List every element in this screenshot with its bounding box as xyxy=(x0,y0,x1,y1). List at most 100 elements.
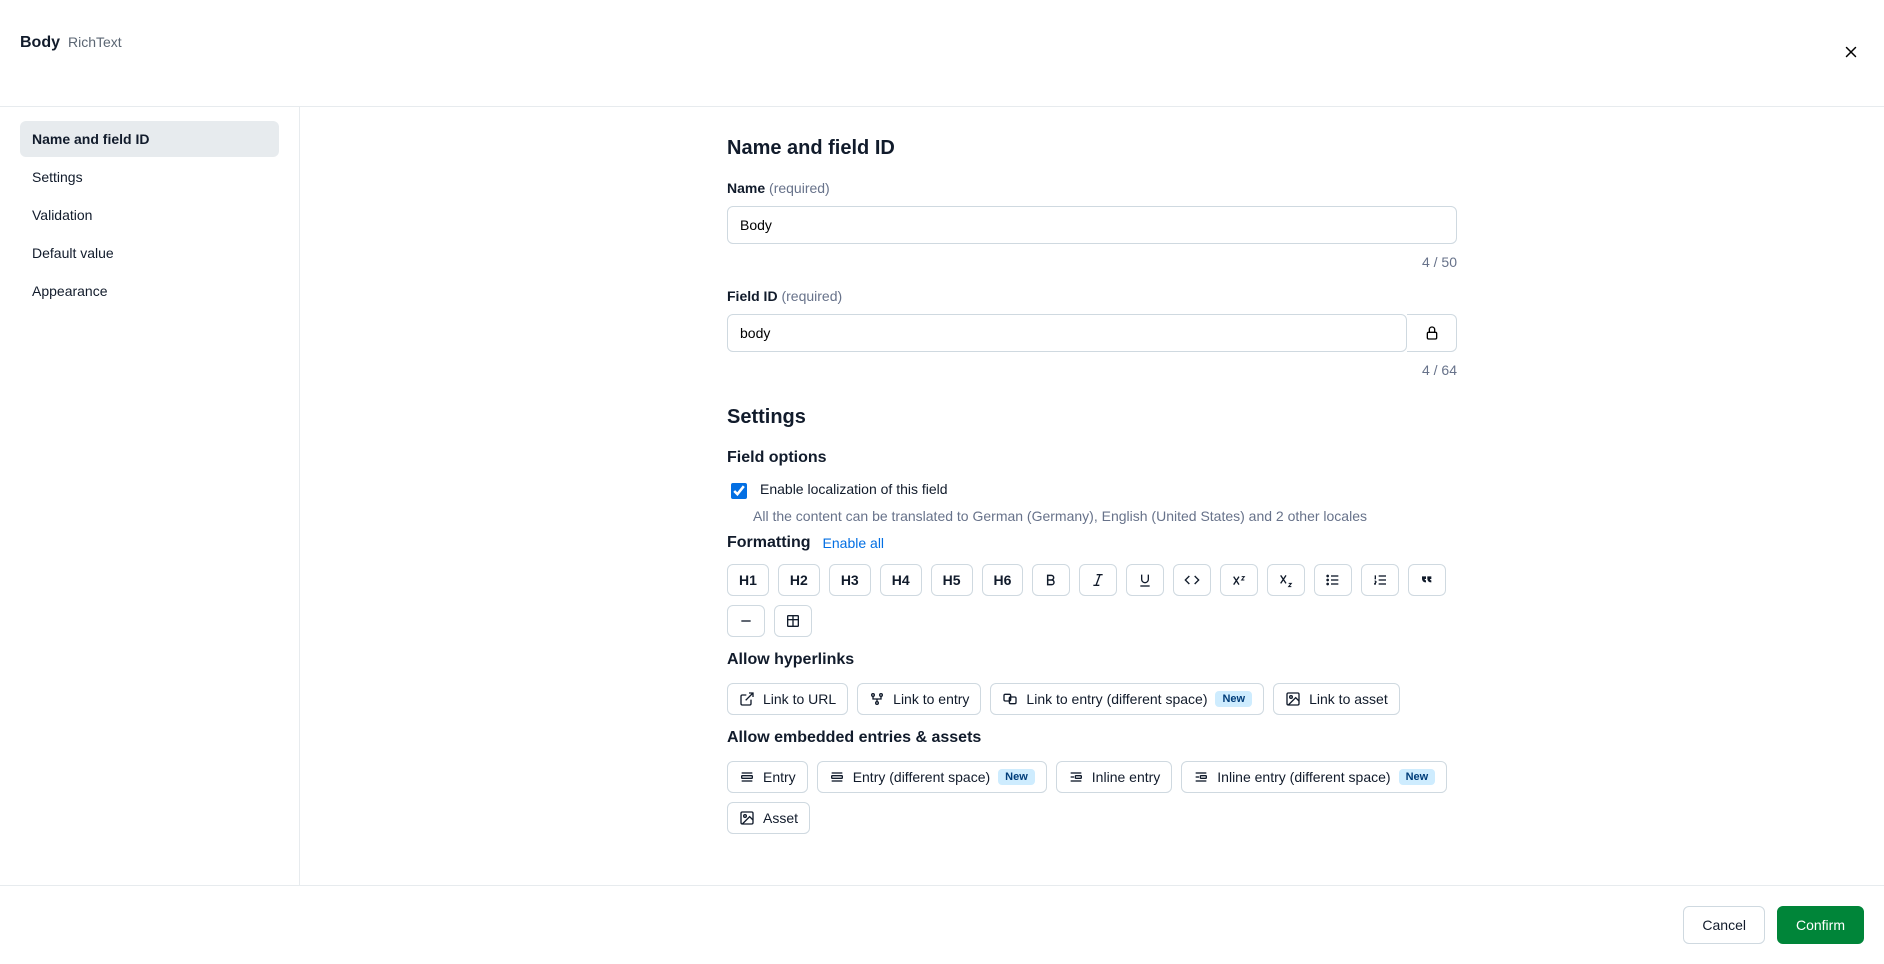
embed-inline-space-icon xyxy=(1193,769,1209,785)
name-input[interactable] xyxy=(727,206,1457,244)
main-content: Name and field ID Name (required) 4 / 50… xyxy=(300,107,1884,885)
dialog-footer: Cancel Confirm xyxy=(0,885,1884,964)
embed-entry-space-icon xyxy=(829,769,845,785)
format-ul-chip[interactable] xyxy=(1314,564,1352,596)
dialog-header: Body RichText xyxy=(0,0,1884,107)
field-id-counter: 4 / 64 xyxy=(727,362,1457,378)
sidebar-item-appearance[interactable]: Appearance xyxy=(20,273,279,309)
field-id-input[interactable] xyxy=(727,314,1407,352)
format-h6-chip[interactable]: H6 xyxy=(982,564,1024,596)
new-badge: New xyxy=(998,769,1035,785)
name-required: (required) xyxy=(769,180,830,196)
sidebar-item-default-value[interactable]: Default value xyxy=(20,235,279,271)
bold-icon xyxy=(1043,572,1059,588)
section-heading-settings: Settings xyxy=(727,406,1457,429)
format-code-chip[interactable] xyxy=(1173,564,1211,596)
embed-inline-entry-different-space-chip[interactable]: Inline entry (different space) New xyxy=(1181,761,1447,793)
horizontal-rule-icon xyxy=(738,613,754,629)
cancel-button[interactable]: Cancel xyxy=(1683,906,1765,944)
format-hr-chip[interactable] xyxy=(727,605,765,637)
confirm-button[interactable]: Confirm xyxy=(1777,906,1864,944)
format-ol-chip[interactable] xyxy=(1361,564,1399,596)
embed-entry-icon xyxy=(739,769,755,785)
embed-inline-icon xyxy=(1068,769,1084,785)
unordered-list-icon xyxy=(1325,572,1341,588)
chip-label: Entry xyxy=(763,769,796,785)
header-title: Body xyxy=(20,14,60,92)
hyperlinks-heading: Allow hyperlinks xyxy=(727,651,1457,669)
chip-label: Inline entry (different space) xyxy=(1217,769,1390,785)
sidebar-item-label: Default value xyxy=(32,245,114,261)
chip-label: Link to entry (different space) xyxy=(1026,691,1207,707)
field-id-lock-button[interactable] xyxy=(1407,314,1457,352)
format-h3-chip[interactable]: H3 xyxy=(829,564,871,596)
sidebar-item-settings[interactable]: Settings xyxy=(20,159,279,195)
localization-description: All the content can be translated to Ger… xyxy=(753,508,1457,524)
sidebar-item-label: Settings xyxy=(32,169,83,185)
format-table-chip[interactable] xyxy=(774,605,812,637)
format-superscript-chip[interactable] xyxy=(1220,564,1258,596)
enable-all-link[interactable]: Enable all xyxy=(823,535,885,551)
format-quote-chip[interactable] xyxy=(1408,564,1446,596)
link-asset-chip[interactable]: Link to asset xyxy=(1273,683,1400,715)
localization-checkbox[interactable] xyxy=(731,483,747,499)
embed-inline-entry-chip[interactable]: Inline entry xyxy=(1056,761,1172,793)
format-underline-chip[interactable] xyxy=(1126,564,1164,596)
chip-label: Inline entry xyxy=(1092,769,1160,785)
asset-link-icon xyxy=(1285,691,1301,707)
entry-link-space-icon xyxy=(1002,691,1018,707)
field-id-required: (required) xyxy=(781,288,842,304)
embed-asset-chip[interactable]: Asset xyxy=(727,802,810,834)
format-h4-chip[interactable]: H4 xyxy=(880,564,922,596)
field-id-group: Field ID (required) 4 / 64 xyxy=(727,288,1457,378)
chip-label: Link to asset xyxy=(1309,691,1388,707)
new-badge: New xyxy=(1399,769,1436,785)
embed-entry-chip[interactable]: Entry xyxy=(727,761,808,793)
chip-label: Entry (different space) xyxy=(853,769,990,785)
formatting-chips: H1 H2 H3 H4 H5 H6 xyxy=(727,564,1457,637)
field-id-label-text: Field ID xyxy=(727,288,778,304)
chip-label: H4 xyxy=(892,572,910,588)
localization-row: Enable localization of this field xyxy=(727,481,1457,502)
format-h2-chip[interactable]: H2 xyxy=(778,564,820,596)
embed-entry-different-space-chip[interactable]: Entry (different space) New xyxy=(817,761,1047,793)
chip-label: H6 xyxy=(994,572,1012,588)
superscript-icon xyxy=(1231,572,1247,588)
chip-label: Link to URL xyxy=(763,691,836,707)
chip-label: Link to entry xyxy=(893,691,969,707)
underline-icon xyxy=(1137,572,1153,588)
subscript-icon xyxy=(1278,572,1294,588)
sidebar-item-validation[interactable]: Validation xyxy=(20,197,279,233)
sidebar-item-label: Appearance xyxy=(32,283,108,299)
format-bold-chip[interactable] xyxy=(1032,564,1070,596)
embed-asset-icon xyxy=(739,810,755,826)
header-title-group: Body RichText xyxy=(20,14,122,92)
entry-link-icon xyxy=(869,691,885,707)
sidebar-item-label: Validation xyxy=(32,207,92,223)
link-entry-different-space-chip[interactable]: Link to entry (different space) New xyxy=(990,683,1264,715)
close-button[interactable] xyxy=(1838,39,1864,68)
format-italic-chip[interactable] xyxy=(1079,564,1117,596)
chip-label: H5 xyxy=(943,572,961,588)
localization-label: Enable localization of this field xyxy=(760,481,948,497)
field-options-heading: Field options xyxy=(727,449,1457,467)
embed-heading: Allow embedded entries & assets xyxy=(727,729,1457,747)
lock-icon xyxy=(1424,325,1440,341)
format-h5-chip[interactable]: H5 xyxy=(931,564,973,596)
chip-label: H1 xyxy=(739,572,757,588)
name-counter: 4 / 50 xyxy=(727,254,1457,270)
name-label: Name (required) xyxy=(727,180,1457,196)
formatting-title: Formatting xyxy=(727,534,811,552)
link-entry-chip[interactable]: Link to entry xyxy=(857,683,981,715)
external-link-icon xyxy=(739,691,755,707)
header-subtitle: RichText xyxy=(68,34,122,50)
format-h1-chip[interactable]: H1 xyxy=(727,564,769,596)
formatting-header-row: Formatting Enable all xyxy=(727,534,1457,552)
embed-chips: Entry Entry (different space) New Inline… xyxy=(727,761,1457,834)
sidebar: Name and field ID Settings Validation De… xyxy=(0,107,300,885)
chip-label: H3 xyxy=(841,572,859,588)
format-subscript-chip[interactable] xyxy=(1267,564,1305,596)
ordered-list-icon xyxy=(1372,572,1388,588)
sidebar-item-name-and-field-id[interactable]: Name and field ID xyxy=(20,121,279,157)
link-url-chip[interactable]: Link to URL xyxy=(727,683,848,715)
